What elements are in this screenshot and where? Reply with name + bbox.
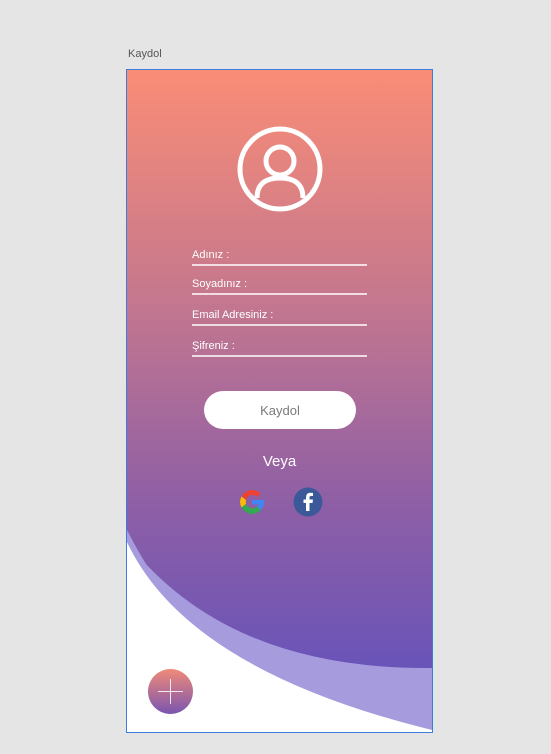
first-name-field[interactable]: Adınız : xyxy=(192,248,367,266)
email-label: Email Adresiniz : xyxy=(192,309,274,321)
artboard-title: Kaydol xyxy=(128,48,162,60)
password-field[interactable]: Şifreniz : xyxy=(192,339,367,357)
first-name-label: Adınız : xyxy=(192,249,230,261)
add-fab-button[interactable] xyxy=(148,669,193,714)
signup-button[interactable]: Kaydol xyxy=(204,391,356,429)
last-name-label: Soyadınız : xyxy=(192,278,248,290)
last-name-field[interactable]: Soyadınız : xyxy=(192,277,367,295)
signup-screen: Adınız : Soyadınız : Email Adresiniz : Ş… xyxy=(126,69,433,733)
plus-icon xyxy=(158,679,183,704)
google-icon[interactable] xyxy=(237,487,267,517)
password-label: Şifreniz : xyxy=(192,340,235,352)
facebook-icon[interactable] xyxy=(293,487,323,517)
user-avatar-icon xyxy=(237,126,323,212)
email-field[interactable]: Email Adresiniz : xyxy=(192,308,367,326)
or-separator: Veya xyxy=(262,453,297,470)
